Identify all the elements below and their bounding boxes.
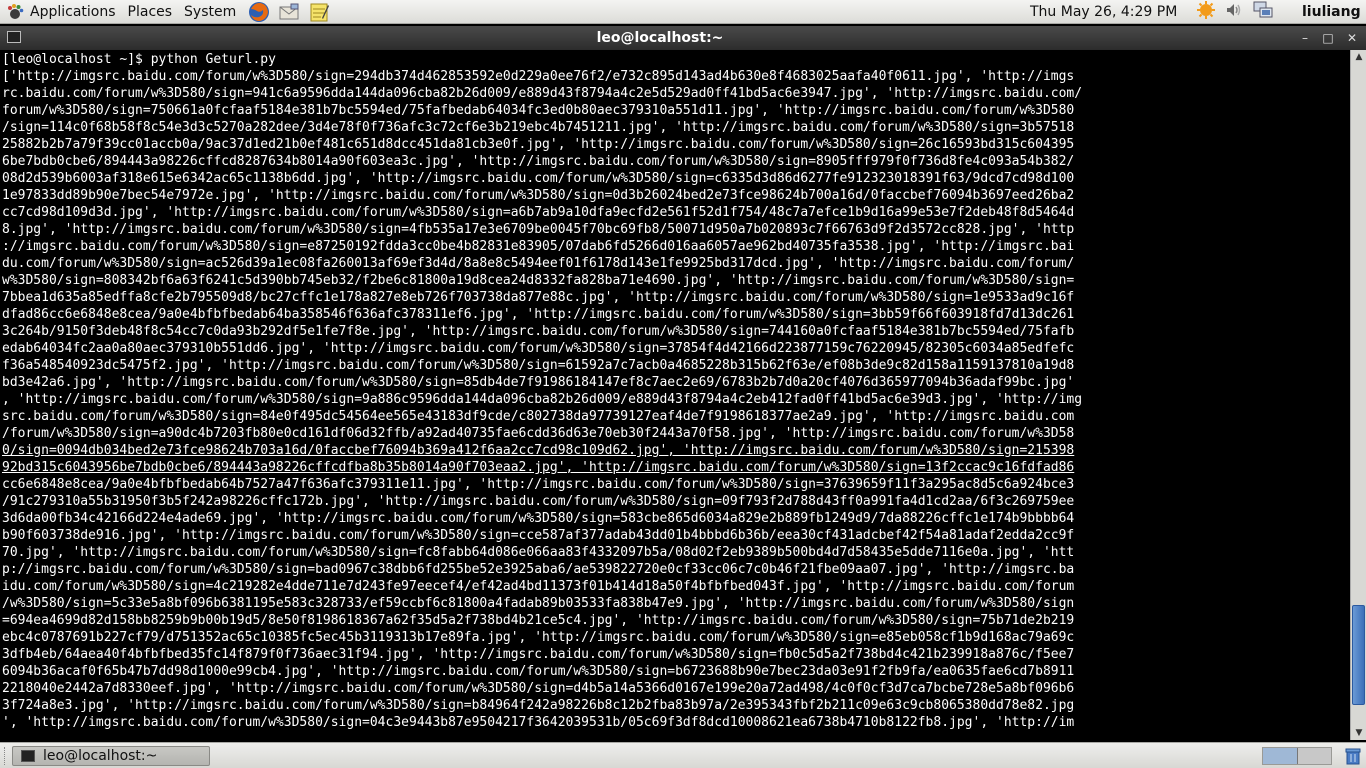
gnome-foot-icon (6, 3, 24, 21)
terminal-output-line: 70.jpg', 'http://imgsrc.baidu.com/forum/… (2, 545, 1075, 560)
terminal-output-line: 8.jpg', 'http://imgsrc.baidu.com/forum/w… (2, 222, 1075, 237)
minimize-button[interactable]: – (1297, 30, 1313, 46)
terminal-output-line: forum/w%3D580/sign=750661a0fcfaaf5184e38… (2, 103, 1075, 118)
terminal-output-line: p://imgsrc.baidu.com/forum/w%3D580/sign=… (2, 562, 1075, 577)
terminal-output-line: /sign=114c0f68b58f8c54e3d3c5270a282dee/3… (2, 120, 1075, 135)
terminal-icon (21, 750, 35, 762)
system-tray (1196, 0, 1274, 24)
terminal-output-line: ', 'http://imgsrc.baidu.com/forum/w%3D58… (2, 715, 1075, 730)
window-title: leo@localhost:~ (596, 30, 724, 46)
terminal-output-line: ['http://imgsrc.baidu.com/forum/w%3D580/… (2, 69, 1075, 84)
terminal-output-line: du.com/forum/w%3D580/sign=ac526d39a1ec08… (2, 256, 1075, 271)
terminal-output-line: /w%3D580/sign=5c33e5a8bf096b6381195e583c… (2, 596, 1075, 611)
terminal-output-line: =694ea4699d82d158bb8259b9b00b19d5/8e50f8… (2, 613, 1075, 628)
places-menu-label: Places (127, 3, 173, 20)
terminal-output-line: /forum/w%3D580/sign=a90dc4b7203fb80e0cd1… (2, 426, 1075, 441)
terminal-output-line: ://imgsrc.baidu.com/forum/w%3D580/sign=e… (2, 239, 1075, 254)
clock[interactable]: Thu May 26, 4:29 PM (1030, 0, 1177, 24)
terminal-output-line: 3f724a8e3.jpg', 'http://imgsrc.baidu.com… (2, 698, 1075, 713)
terminal-output-line: idu.com/forum/w%3D580/sign=4c219282e4dde… (2, 579, 1075, 594)
terminal-output-line: 92bd315c6043956be7bdb0cbe6/894443a98226c… (2, 460, 1075, 475)
workspace-switcher[interactable] (1262, 747, 1332, 765)
scroll-up-arrow-icon[interactable]: ▲ (1351, 50, 1366, 64)
terminal-output-line: cc7cd98d109d3d.jpg', 'http://imgsrc.baid… (2, 205, 1075, 220)
terminal-output-line: w%3D580/sign=808342bf6a63f6241c5d390bb74… (2, 273, 1075, 288)
mail-icon (279, 3, 299, 19)
scroll-down-arrow-icon[interactable]: ▼ (1351, 726, 1366, 740)
workspace-2[interactable] (1297, 748, 1331, 764)
network-icon[interactable] (1252, 0, 1274, 24)
maximize-button[interactable]: □ (1320, 30, 1336, 46)
terminal-output-line: 2218040e2442a7d8330eef.jpg', 'http://img… (2, 681, 1075, 696)
terminal-output-line: dfad86cc6e6848e8cea/9a0e4bfbfbedab64ba35… (2, 307, 1075, 322)
taskbar-window-button[interactable]: leo@localhost:~ (12, 746, 210, 766)
terminal-output-line: b90f603738de916.jpg', 'http://imgsrc.bai… (2, 528, 1075, 543)
terminal-output-line: 3dfb4eb/64aea40f4bfbfbed35fc14f879f0f736… (2, 647, 1075, 662)
workspace-1[interactable] (1263, 748, 1298, 764)
terminal-output-line: 08d2d539b6003af318e615e6342ac65c1138b6dd… (2, 171, 1075, 186)
terminal-output-line: 3c264b/9150f3deb48f8c54cc7c0da93b292df5e… (2, 324, 1075, 339)
terminal-output-line: f36a548540923dc5475f2.jpg', 'http://imgs… (2, 358, 1075, 373)
system-menu[interactable]: System (178, 0, 242, 24)
terminal-output-line: edab64034fc2aa0a80aec379310b551dd6.jpg',… (2, 341, 1075, 356)
taskbar-window-label: leo@localhost:~ (43, 748, 158, 764)
terminal-output-line: 6094b36acaf0f65b47b7dd98d1000e99cb4.jpg'… (2, 664, 1075, 679)
terminal-output-line: rc.baidu.com/forum/w%3D580/sign=941c6a95… (2, 86, 1083, 101)
terminal-output-line: cc6e6848e8cea/9a0e4bfbfbedab64b7527a47f6… (2, 477, 1075, 492)
trash-icon[interactable] (1343, 746, 1363, 766)
bottom-panel: leo@localhost:~ (0, 742, 1366, 768)
firefox-icon (249, 1, 270, 22)
terminal-output-line: /91c279310a55b31950f3b5f242a98226cffc172… (2, 494, 1075, 509)
terminal-output-line: src.baidu.com/forum/w%3D580/sign=84e0f49… (2, 409, 1075, 424)
show-desktop-handle[interactable] (4, 747, 8, 765)
updates-icon[interactable] (1196, 0, 1216, 24)
scrollbar-thumb[interactable] (1352, 605, 1365, 705)
top-panel: Applications Places System Thu May 26, 4… (0, 0, 1366, 24)
terminal-command-line: [leo@localhost ~]$ python Geturl.py (2, 52, 276, 67)
terminal-output[interactable]: [leo@localhost ~]$ python Geturl.py ['htt… (0, 50, 1350, 740)
terminal-output-line: 25882b2b7a79f39cc01accb0a/9ac37d1ed21b0e… (2, 137, 1075, 152)
user-name[interactable]: liuliang (1302, 0, 1361, 24)
notes-launcher[interactable] (308, 1, 330, 23)
terminal-output-line: bd3e42a6.jpg', 'http://imgsrc.baidu.com/… (2, 375, 1075, 390)
terminal-scrollbar[interactable]: ▲ ▼ (1350, 50, 1366, 740)
mail-launcher[interactable] (278, 1, 300, 23)
terminal-output-line: 0/sign=0094db034bed2e73fce98624b703a16d/… (2, 443, 1075, 458)
places-menu[interactable]: Places (122, 0, 179, 24)
terminal-output-line: 7bbea1d635a85edffa8cfe2b795509d8/bc27cff… (2, 290, 1075, 305)
terminal-output-line: ebc4c0787691b227cf79/d751352ac65c10385fc… (2, 630, 1075, 645)
terminal-output-line: 6be7bdb0cbe6/894443a98226cffcd8287634b80… (2, 154, 1075, 169)
terminal-output-line: 1e97833dd89b90e7bec54e7972e.jpg', 'http:… (2, 188, 1075, 203)
firefox-launcher[interactable] (248, 1, 270, 23)
system-menu-label: System (184, 3, 237, 20)
window-titlebar[interactable]: leo@localhost:~ – □ ✕ (0, 26, 1366, 50)
close-button[interactable]: ✕ (1344, 30, 1360, 46)
applications-menu-label: Applications (30, 3, 116, 20)
volume-icon[interactable] (1224, 0, 1244, 24)
applications-menu[interactable]: Applications (0, 0, 122, 24)
terminal-output-line: , 'http://imgsrc.baidu.com/forum/w%3D580… (2, 392, 1083, 407)
terminal-output-line: 3d6da00fb34c42166d224e4ade69.jpg', 'http… (2, 511, 1075, 526)
notes-icon (310, 3, 330, 21)
